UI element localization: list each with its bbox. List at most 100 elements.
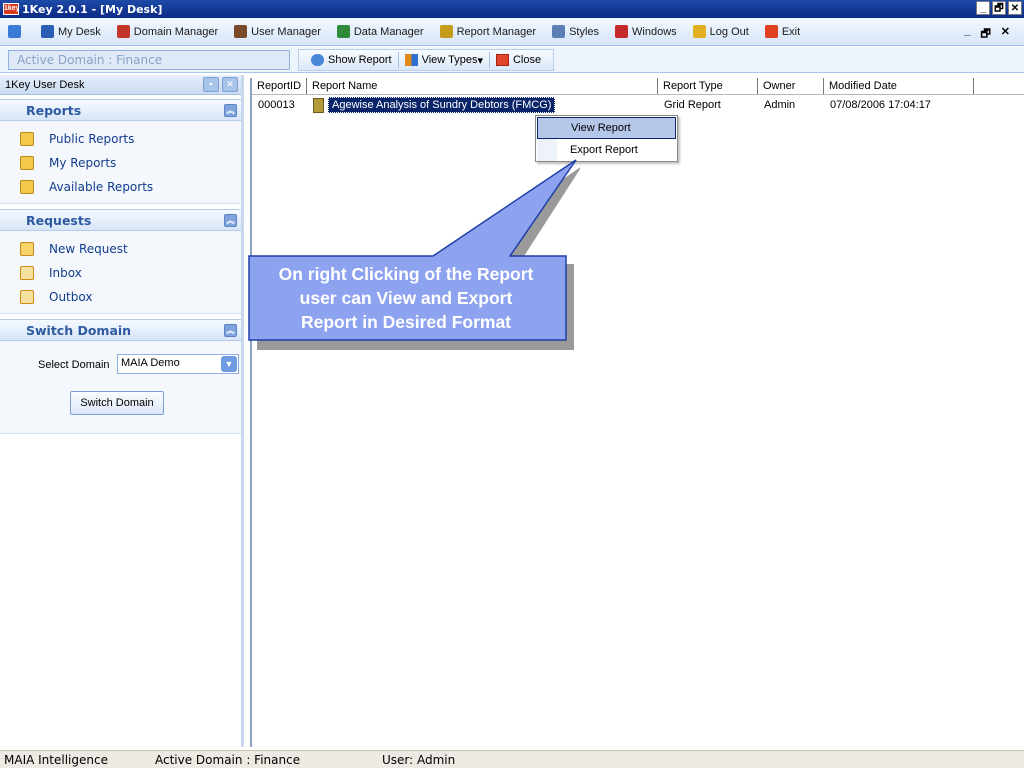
minimize-button[interactable]: _ [976, 1, 990, 15]
exit-icon [764, 25, 778, 38]
callout-line: Report in Desired Format [300, 312, 512, 332]
switch-domain-body: Select Domain MAIA Demo ▼ Switch Domain [0, 341, 241, 433]
panel-header-buttons: ▪ ✕ [203, 77, 238, 92]
public-reports-icon [20, 132, 34, 146]
pin-icon[interactable]: ▪ [203, 77, 219, 92]
collapse-icon[interactable]: ︽ [224, 104, 237, 117]
menu-item-windows[interactable]: Windows [615, 25, 677, 38]
domain-select-value: MAIA Demo [121, 357, 180, 369]
domain-icon [116, 25, 130, 38]
view-types-button[interactable]: View Types ▾ [399, 54, 489, 67]
column-header-report-type[interactable]: Report Type [658, 78, 758, 94]
menu-item-my-desk[interactable]: My Desk [41, 25, 101, 38]
data-icon [336, 25, 350, 38]
column-header-owner[interactable]: Owner [758, 78, 824, 94]
status-active-domain: Active Domain : Finance [155, 753, 301, 767]
chevron-down-icon[interactable]: ▼ [221, 356, 237, 372]
nav-item-label: Outbox [49, 290, 93, 304]
view-types-label: View Types [421, 54, 478, 66]
menu-item-styles[interactable]: Styles [552, 25, 599, 38]
window-title: 1Key 2.0.1 - [My Desk] [22, 2, 163, 16]
app-logo-icon: 1key [3, 3, 20, 15]
switch-domain-section: Switch Domain ︽ Select Domain MAIA Demo … [0, 319, 241, 434]
table-row[interactable]: 000013 Agewise Analysis of Sundry Debtor… [252, 95, 1024, 115]
nav-item-label: Inbox [49, 266, 82, 280]
menu-item-log-out[interactable]: Log Out [692, 25, 749, 38]
cell-report-type: Grid Report [664, 99, 721, 111]
menu-item-exit[interactable]: Exit [764, 25, 801, 38]
nav-item-label: My Reports [49, 156, 117, 170]
close-icon [495, 54, 509, 66]
menu-label: User Manager [251, 25, 321, 38]
nav-item-available-reports[interactable]: Available Reports [0, 175, 241, 199]
menu-label: Log Out [709, 25, 749, 38]
mdi-controls: _ 🗗 ✕ [964, 25, 1010, 44]
styles-icon [552, 25, 566, 38]
cell-report-id: 000013 [258, 99, 295, 111]
cell-report-name[interactable]: Agewise Analysis of Sundry Debtors (FMCG… [307, 97, 658, 113]
collapse-icon[interactable]: ︽ [224, 214, 237, 227]
close-label: Close [512, 54, 542, 66]
reports-section-header[interactable]: Reports ︽ [0, 99, 241, 121]
outbox-icon [20, 290, 34, 304]
grid-header-row: ReportID Report Name Report Type Owner M… [252, 78, 1024, 95]
close-panel-icon[interactable]: ✕ [222, 77, 238, 92]
show-report-icon [311, 54, 324, 66]
nav-item-my-reports[interactable]: My Reports [0, 151, 241, 175]
menu-label: Domain Manager [133, 25, 219, 38]
new-request-icon [20, 242, 34, 256]
view-report-menu-item[interactable]: View Report [537, 117, 676, 139]
cell-modified-date: 07/08/2006 17:04:17 [830, 99, 931, 111]
menu-label: Exit [781, 25, 801, 38]
inbox-icon [20, 266, 34, 280]
callout-line: user can View and Export [299, 288, 513, 308]
menu-label: Windows [632, 25, 677, 38]
menu-item-user-manager[interactable]: User Manager [234, 25, 321, 38]
close-report-button[interactable]: Close [490, 54, 547, 66]
windows-icon [615, 25, 629, 38]
restore-button[interactable]: 🗗 [992, 1, 1006, 15]
menu-label: Data Manager [353, 25, 424, 38]
user-icon [234, 25, 248, 38]
show-report-button[interactable]: Show Report [305, 54, 398, 66]
view-types-icon [404, 54, 418, 66]
nav-item-outbox[interactable]: Outbox [0, 285, 241, 309]
chevron-down-icon: ▾ [477, 54, 483, 67]
switch-domain-section-header[interactable]: Switch Domain ︽ [0, 319, 241, 341]
report-name-text: Agewise Analysis of Sundry Debtors (FMCG… [328, 97, 556, 113]
status-company: MAIA Intelligence [4, 753, 108, 767]
menu-label: My Desk [58, 25, 101, 38]
toolbar-button-group: Show Report View Types ▾ Close [298, 49, 555, 71]
report-file-icon [313, 97, 324, 113]
available-reports-icon [20, 180, 34, 194]
home-icon [8, 25, 21, 38]
column-header-report-id[interactable]: ReportID [252, 78, 307, 94]
menu-item-home[interactable] [8, 25, 25, 38]
desk-icon [41, 25, 54, 38]
nav-item-new-request[interactable]: New Request [0, 237, 241, 261]
requests-section-header[interactable]: Requests ︽ [0, 209, 241, 231]
reports-header-label: Reports [26, 102, 82, 118]
menu-item-domain-manager[interactable]: Domain Manager [116, 25, 219, 38]
nav-item-inbox[interactable]: Inbox [0, 261, 241, 285]
show-report-label: Show Report [328, 54, 392, 66]
active-domain-field: Active Domain : Finance [8, 50, 290, 70]
domain-select[interactable]: MAIA Demo ▼ [117, 354, 239, 374]
column-header-modified-date[interactable]: Modified Date [824, 78, 974, 94]
menu-item-report-manager[interactable]: Report Manager [439, 25, 536, 38]
nav-item-label: Available Reports [49, 180, 154, 194]
requests-section: Requests ︽ New Request Inbox Outbox [0, 209, 241, 314]
collapse-icon[interactable]: ︽ [224, 324, 237, 337]
mdi-close-button[interactable]: ✕ [1001, 25, 1010, 44]
nav-item-public-reports[interactable]: Public Reports [0, 127, 241, 151]
status-bar: MAIA Intelligence Active Domain : Financ… [0, 750, 1024, 768]
menu-item-data-manager[interactable]: Data Manager [336, 25, 424, 38]
close-window-button[interactable]: ✕ [1008, 1, 1022, 15]
column-header-report-name[interactable]: Report Name [307, 78, 658, 94]
my-reports-icon [20, 156, 34, 170]
mdi-restore-button[interactable]: 🗗 [980, 25, 990, 44]
requests-header-label: Requests [26, 212, 92, 228]
mdi-minimize-button[interactable]: _ [964, 25, 970, 44]
title-bar: 1key 1Key 2.0.1 - [My Desk] _ 🗗 ✕ [0, 0, 1024, 18]
switch-domain-button[interactable]: Switch Domain [70, 391, 164, 415]
